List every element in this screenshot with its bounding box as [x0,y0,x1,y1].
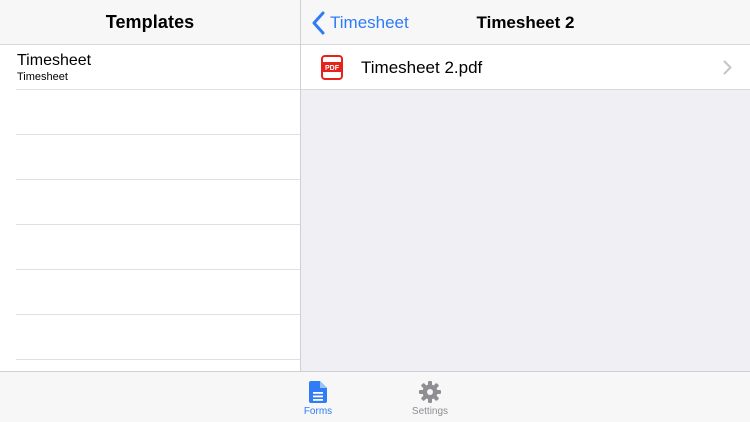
file-name: Timesheet 2.pdf [361,58,483,77]
back-button[interactable]: Timesheet [311,0,409,45]
empty-row [0,90,300,135]
detail-title: Timesheet 2 [476,12,575,32]
chevron-left-icon [312,11,325,34]
file-row[interactable]: PDF Timesheet 2.pdf [301,45,750,90]
tab-settings[interactable]: Settings [390,372,470,422]
empty-row [0,180,300,225]
empty-row [0,225,300,270]
chevron-right-icon [723,60,732,75]
templates-list: Timesheet Timesheet [0,45,300,360]
templates-header: Templates [0,0,300,45]
list-item-timesheet[interactable]: Timesheet Timesheet [0,45,300,90]
back-label: Timesheet [330,12,409,32]
templates-pane: Templates Timesheet Timesheet [0,0,300,371]
tab-bar: Forms Settings [0,371,750,422]
detail-header: Timesheet 2 Timesheet [301,0,750,45]
gear-icon [419,381,441,403]
templates-title: Templates [105,11,195,32]
tab-label: Forms [303,406,333,417]
tab-label: Settings [411,406,449,417]
empty-row [0,315,300,360]
list-item-title: Timesheet [17,52,92,69]
empty-row [0,135,300,180]
document-icon [309,381,327,403]
pdf-icon: PDF [321,55,343,80]
svg-text:PDF: PDF [325,65,340,72]
row-separator [16,359,300,360]
tab-forms[interactable]: Forms [278,372,358,422]
detail-pane: Timesheet 2 Timesheet PDF Timesheet 2.pd… [301,0,750,371]
list-item-subtitle: Timesheet [17,71,68,83]
empty-row [0,270,300,315]
